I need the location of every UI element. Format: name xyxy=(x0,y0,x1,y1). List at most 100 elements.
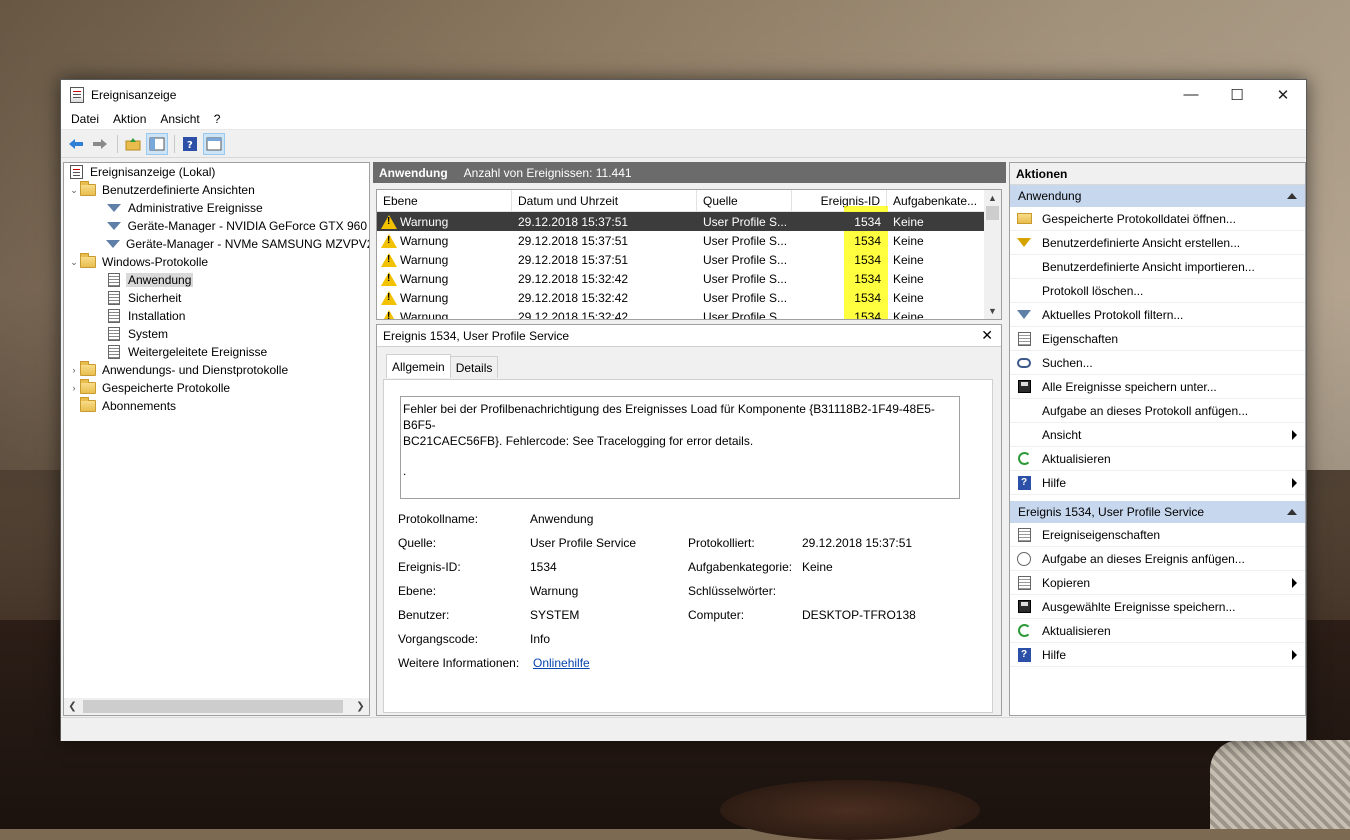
action-save-all-events[interactable]: Alle Ereignisse speichern unter... xyxy=(1010,375,1305,399)
table-row[interactable]: Warnung 29.12.2018 15:37:51 User Profile… xyxy=(377,212,1001,231)
tree-item-saved-logs[interactable]: › Gespeicherte Protokolle xyxy=(64,379,369,397)
expand-icon[interactable]: › xyxy=(68,383,80,393)
action-attach-task-to-event[interactable]: Aufgabe an dieses Ereignis anfügen... xyxy=(1010,547,1305,571)
table-row[interactable]: Warnung 29.12.2018 15:37:51 User Profile… xyxy=(377,231,1001,250)
actions-title: Aktionen xyxy=(1010,163,1305,185)
scroll-thumb[interactable] xyxy=(83,700,343,713)
action-refresh[interactable]: Aktualisieren xyxy=(1010,447,1305,471)
table-row[interactable]: Warnung 29.12.2018 15:32:42 User Profile… xyxy=(377,307,1001,319)
tree-item-subscriptions[interactable]: Abonnements xyxy=(64,397,369,415)
action-help[interactable]: ? Hilfe xyxy=(1010,471,1305,495)
action-filter-log[interactable]: Aktuelles Protokoll filtern... xyxy=(1010,303,1305,327)
forward-icon[interactable] xyxy=(89,133,111,155)
table-row[interactable]: Warnung 29.12.2018 15:32:42 User Profile… xyxy=(377,288,1001,307)
save-icon xyxy=(1017,380,1031,393)
up-folder-icon[interactable] xyxy=(122,133,144,155)
log-icon xyxy=(108,345,120,359)
warning-icon xyxy=(381,290,397,305)
tree-item-device-manager-nvme[interactable]: Geräte-Manager - NVMe SAMSUNG MZVPV256 xyxy=(64,235,369,253)
navigation-tree: Ereignisanzeige (Lokal) ⌄ Benutzerdefini… xyxy=(63,162,370,716)
menu-help[interactable]: ? xyxy=(207,112,228,126)
submenu-arrow-icon xyxy=(1292,478,1297,488)
menu-datei[interactable]: Datei xyxy=(64,112,106,126)
refresh-icon xyxy=(1017,624,1031,637)
table-row[interactable]: Warnung 29.12.2018 15:32:42 User Profile… xyxy=(377,269,1001,288)
filter-icon xyxy=(1017,310,1031,319)
menu-ansicht[interactable]: Ansicht xyxy=(153,112,206,126)
actions-section-event[interactable]: Ereignis 1534, User Profile Service xyxy=(1010,501,1305,523)
event-description[interactable]: Fehler bei der Profilbenachrichtigung de… xyxy=(400,396,960,499)
log-name: Anwendung xyxy=(379,165,448,180)
warning-icon xyxy=(381,233,397,248)
tab-details[interactable]: Details xyxy=(449,356,499,378)
action-refresh-event[interactable]: Aktualisieren xyxy=(1010,619,1305,643)
menu-aktion[interactable]: Aktion xyxy=(106,112,153,126)
collapse-icon[interactable] xyxy=(1287,193,1297,199)
toolbar: ? xyxy=(61,130,1306,158)
collapse-icon[interactable] xyxy=(1287,509,1297,515)
show-hide-actions-icon[interactable] xyxy=(203,132,225,155)
back-icon[interactable] xyxy=(65,133,87,155)
action-open-saved-log[interactable]: Gespeicherte Protokolldatei öffnen... xyxy=(1010,207,1305,231)
minimize-button[interactable]: — xyxy=(1168,80,1214,109)
table-vertical-scrollbar[interactable]: ▲ ▼ xyxy=(984,190,1001,319)
label-more-info: Weitere Informationen: xyxy=(398,656,520,670)
tree-item-security[interactable]: Sicherheit xyxy=(64,289,369,307)
tree-horizontal-scrollbar[interactable]: ❮ ❯ xyxy=(64,698,369,715)
actions-section-application[interactable]: Anwendung xyxy=(1010,185,1305,207)
warning-icon xyxy=(381,271,397,286)
value-event-id: 1534 xyxy=(530,560,557,574)
column-source[interactable]: Quelle xyxy=(697,190,792,211)
tree-item-forwarded-events[interactable]: Weitergeleitete Ereignisse xyxy=(64,343,369,361)
show-hide-tree-icon[interactable] xyxy=(146,132,168,155)
tree-item-setup[interactable]: Installation xyxy=(64,307,369,325)
tree-item-device-manager-gpu[interactable]: Geräte-Manager - NVIDIA GeForce GTX 960 xyxy=(64,217,369,235)
value-opcode: Info xyxy=(530,632,551,646)
scroll-right-icon[interactable]: ❯ xyxy=(352,701,369,712)
action-copy[interactable]: Kopieren xyxy=(1010,571,1305,595)
value-logged: 29.12.2018 15:37:51 xyxy=(802,536,913,550)
event-table: Ebene Datum und Uhrzeit Quelle Ereignis-… xyxy=(376,189,1002,320)
tree-item-admin-events[interactable]: Administrative Ereignisse xyxy=(64,199,369,217)
column-level[interactable]: Ebene xyxy=(377,190,512,211)
action-find[interactable]: Suchen... xyxy=(1010,351,1305,375)
maximize-button[interactable]: ☐ xyxy=(1214,80,1260,109)
scroll-down-icon[interactable]: ▼ xyxy=(984,303,1001,319)
tree-item-windows-logs[interactable]: ⌄ Windows-Protokolle xyxy=(64,253,369,271)
action-create-custom-view[interactable]: Benutzerdefinierte Ansicht erstellen... xyxy=(1010,231,1305,255)
online-help-link[interactable]: Onlinehilfe xyxy=(533,656,590,670)
tree-item-root[interactable]: Ereignisanzeige (Lokal) xyxy=(64,163,369,181)
collapse-icon[interactable]: ⌄ xyxy=(68,185,80,196)
expand-icon[interactable]: › xyxy=(68,365,80,375)
scroll-left-icon[interactable]: ❮ xyxy=(64,701,81,712)
column-date[interactable]: Datum und Uhrzeit xyxy=(512,190,697,211)
help-icon: ? xyxy=(1017,647,1031,662)
action-attach-task-to-log[interactable]: Aufgabe an dieses Protokoll anfügen... xyxy=(1010,399,1305,423)
folder-icon xyxy=(80,361,96,376)
tree-item-application[interactable]: Anwendung xyxy=(64,271,369,289)
scroll-up-icon[interactable]: ▲ xyxy=(984,190,1001,206)
label-task-category: Aufgabenkategorie: xyxy=(688,560,793,574)
event-count: Anzahl von Ereignissen: 11.441 xyxy=(463,165,632,180)
action-help-event[interactable]: ? Hilfe xyxy=(1010,643,1305,667)
action-save-selected-events[interactable]: Ausgewählte Ereignisse speichern... xyxy=(1010,595,1305,619)
tree-item-system[interactable]: System xyxy=(64,325,369,343)
filter-icon xyxy=(1017,238,1031,247)
close-button[interactable]: ✕ xyxy=(1260,80,1306,109)
event-viewer-icon xyxy=(69,165,83,179)
column-task-category[interactable]: Aufgabenkate... xyxy=(887,190,986,211)
tab-general[interactable]: Allgemein xyxy=(386,354,451,378)
close-icon[interactable]: ✕ xyxy=(981,327,993,344)
log-icon xyxy=(108,327,120,341)
action-view[interactable]: Ansicht xyxy=(1010,423,1305,447)
table-row[interactable]: Warnung 29.12.2018 15:37:51 User Profile… xyxy=(377,250,1001,269)
action-event-properties[interactable]: Ereigniseigenschaften xyxy=(1010,523,1305,547)
collapse-icon[interactable]: ⌄ xyxy=(68,257,80,268)
action-clear-log[interactable]: Protokoll löschen... xyxy=(1010,279,1305,303)
tree-item-custom-views[interactable]: ⌄ Benutzerdefinierte Ansichten xyxy=(64,181,369,199)
scroll-thumb[interactable] xyxy=(986,206,999,220)
action-import-custom-view[interactable]: Benutzerdefinierte Ansicht importieren..… xyxy=(1010,255,1305,279)
help-icon[interactable]: ? xyxy=(179,133,201,155)
tree-item-app-service-logs[interactable]: › Anwendungs- und Dienstprotokolle xyxy=(64,361,369,379)
action-properties[interactable]: Eigenschaften xyxy=(1010,327,1305,351)
